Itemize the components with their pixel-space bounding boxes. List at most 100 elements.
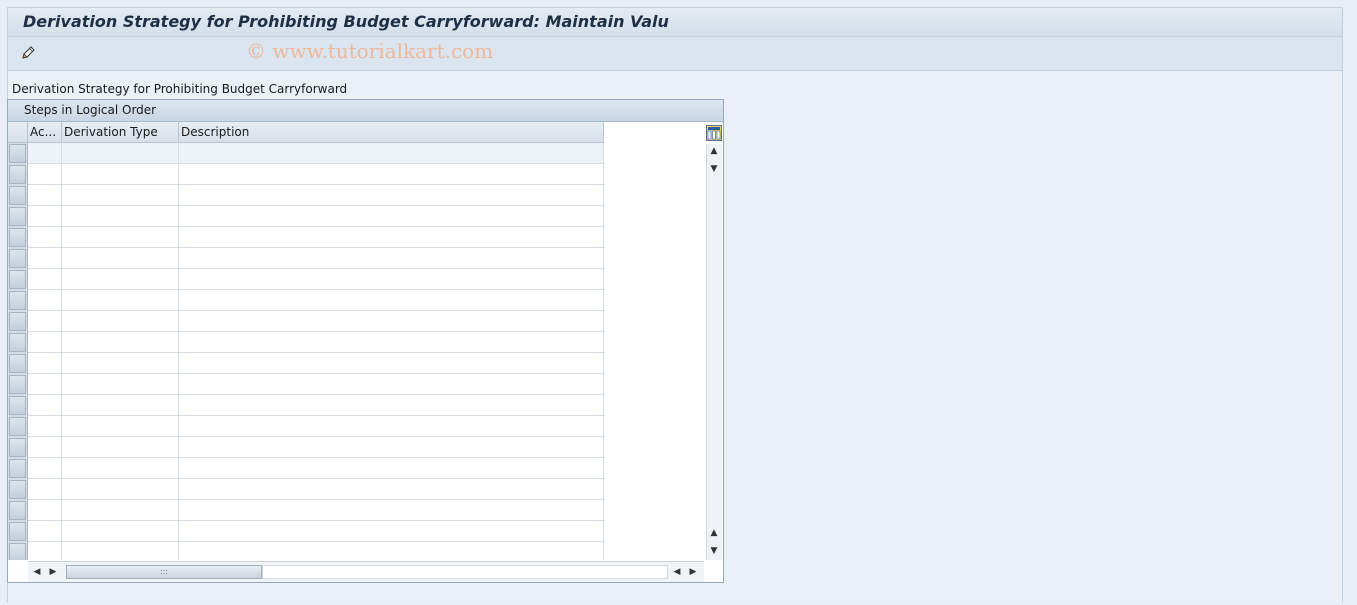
cell-description[interactable]: [179, 290, 604, 310]
scroll-far-left-icon[interactable]: ◀: [670, 565, 684, 579]
row-selector-button[interactable]: [9, 270, 26, 289]
scroll-down-icon[interactable]: ▼: [707, 162, 721, 176]
row-selector-button[interactable]: [9, 396, 26, 415]
horizontal-scroll-track[interactable]: [262, 565, 668, 579]
cell-ac[interactable]: [28, 164, 62, 184]
row-selector-button[interactable]: [9, 543, 26, 560]
cell-ac[interactable]: [28, 542, 62, 560]
cell-ac[interactable]: [28, 248, 62, 268]
cell-derivation-type[interactable]: [62, 416, 179, 436]
cell-description[interactable]: [179, 206, 604, 226]
row-selector-button[interactable]: [9, 165, 26, 184]
column-header-description[interactable]: Description: [179, 122, 604, 143]
select-all-button[interactable]: [8, 122, 28, 143]
table-settings-icon[interactable]: [706, 125, 722, 141]
row-selector-button[interactable]: [9, 438, 26, 457]
cell-ac[interactable]: [28, 395, 62, 415]
table-row: [28, 395, 605, 416]
cell-description[interactable]: [179, 458, 604, 478]
row-selector-button[interactable]: [9, 228, 26, 247]
cell-description[interactable]: [179, 479, 604, 499]
cell-description[interactable]: [179, 353, 604, 373]
cell-description[interactable]: [179, 143, 604, 163]
column-header-derivation-type[interactable]: Derivation Type: [62, 122, 179, 143]
cell-description[interactable]: [179, 437, 604, 457]
row-selector-button[interactable]: [9, 459, 26, 478]
cell-derivation-type[interactable]: [62, 332, 179, 352]
cell-description[interactable]: [179, 395, 604, 415]
cell-description[interactable]: [179, 269, 604, 289]
row-selector-button[interactable]: [9, 291, 26, 310]
cell-description[interactable]: [179, 374, 604, 394]
cell-derivation-type[interactable]: [62, 500, 179, 520]
row-selector-button[interactable]: [9, 354, 26, 373]
row-selector-button[interactable]: [9, 375, 26, 394]
cell-derivation-type[interactable]: [62, 290, 179, 310]
vertical-scrollbar[interactable]: ▲ ▼ ▲ ▼: [706, 144, 722, 560]
cell-ac[interactable]: [28, 311, 62, 331]
row-selector-button[interactable]: [9, 312, 26, 331]
row-selector-button[interactable]: [9, 333, 26, 352]
cell-derivation-type[interactable]: [62, 521, 179, 541]
cell-description[interactable]: [179, 164, 604, 184]
cell-description[interactable]: [179, 311, 604, 331]
cell-derivation-type[interactable]: [62, 164, 179, 184]
cell-ac[interactable]: [28, 206, 62, 226]
cell-ac[interactable]: [28, 227, 62, 247]
cell-derivation-type[interactable]: [62, 437, 179, 457]
cell-ac[interactable]: [28, 185, 62, 205]
scroll-right-icon[interactable]: ▶: [46, 565, 60, 579]
cell-derivation-type[interactable]: [62, 143, 179, 163]
cell-derivation-type[interactable]: [62, 206, 179, 226]
cell-ac[interactable]: [28, 458, 62, 478]
row-selector-button[interactable]: [9, 417, 26, 436]
horizontal-scroll-thumb[interactable]: :::: [66, 565, 262, 579]
scroll-far-right-icon[interactable]: ▶: [686, 565, 700, 579]
row-selector-button[interactable]: [9, 144, 26, 163]
table-row: [28, 164, 605, 185]
cell-ac[interactable]: [28, 521, 62, 541]
cell-description[interactable]: [179, 500, 604, 520]
cell-ac[interactable]: [28, 269, 62, 289]
cell-ac[interactable]: [28, 500, 62, 520]
cell-derivation-type[interactable]: [62, 395, 179, 415]
row-selector-button[interactable]: [9, 522, 26, 541]
row-selector-button[interactable]: [9, 186, 26, 205]
cell-ac[interactable]: [28, 374, 62, 394]
cell-derivation-type[interactable]: [62, 248, 179, 268]
cell-ac[interactable]: [28, 353, 62, 373]
cell-description[interactable]: [179, 521, 604, 541]
cell-derivation-type[interactable]: [62, 311, 179, 331]
row-selector-button[interactable]: [9, 249, 26, 268]
cell-ac[interactable]: [28, 332, 62, 352]
cell-derivation-type[interactable]: [62, 353, 179, 373]
cell-derivation-type[interactable]: [62, 227, 179, 247]
cell-ac[interactable]: [28, 416, 62, 436]
cell-derivation-type[interactable]: [62, 374, 179, 394]
scroll-up-icon[interactable]: ▲: [707, 144, 721, 158]
cell-ac[interactable]: [28, 290, 62, 310]
row-selector-button[interactable]: [9, 501, 26, 520]
cell-derivation-type[interactable]: [62, 542, 179, 560]
cell-ac[interactable]: [28, 479, 62, 499]
cell-description[interactable]: [179, 542, 604, 560]
scroll-page-down-icon[interactable]: ▼: [707, 544, 721, 558]
scroll-left-icon[interactable]: ◀: [30, 565, 44, 579]
cell-description[interactable]: [179, 185, 604, 205]
cell-description[interactable]: [179, 416, 604, 436]
horizontal-scrollbar[interactable]: ◀ ▶ ::: ◀ ▶: [28, 561, 704, 582]
column-header-ac[interactable]: Ac...: [28, 122, 62, 143]
cell-description[interactable]: [179, 248, 604, 268]
cell-ac[interactable]: [28, 437, 62, 457]
cell-derivation-type[interactable]: [62, 458, 179, 478]
cell-derivation-type[interactable]: [62, 479, 179, 499]
scroll-page-up-icon[interactable]: ▲: [707, 526, 721, 540]
cell-description[interactable]: [179, 332, 604, 352]
cell-derivation-type[interactable]: [62, 185, 179, 205]
cell-ac[interactable]: [28, 143, 62, 163]
cell-description[interactable]: [179, 227, 604, 247]
row-selector-button[interactable]: [9, 480, 26, 499]
pencil-icon[interactable]: [20, 45, 36, 61]
cell-derivation-type[interactable]: [62, 269, 179, 289]
row-selector-button[interactable]: [9, 207, 26, 226]
